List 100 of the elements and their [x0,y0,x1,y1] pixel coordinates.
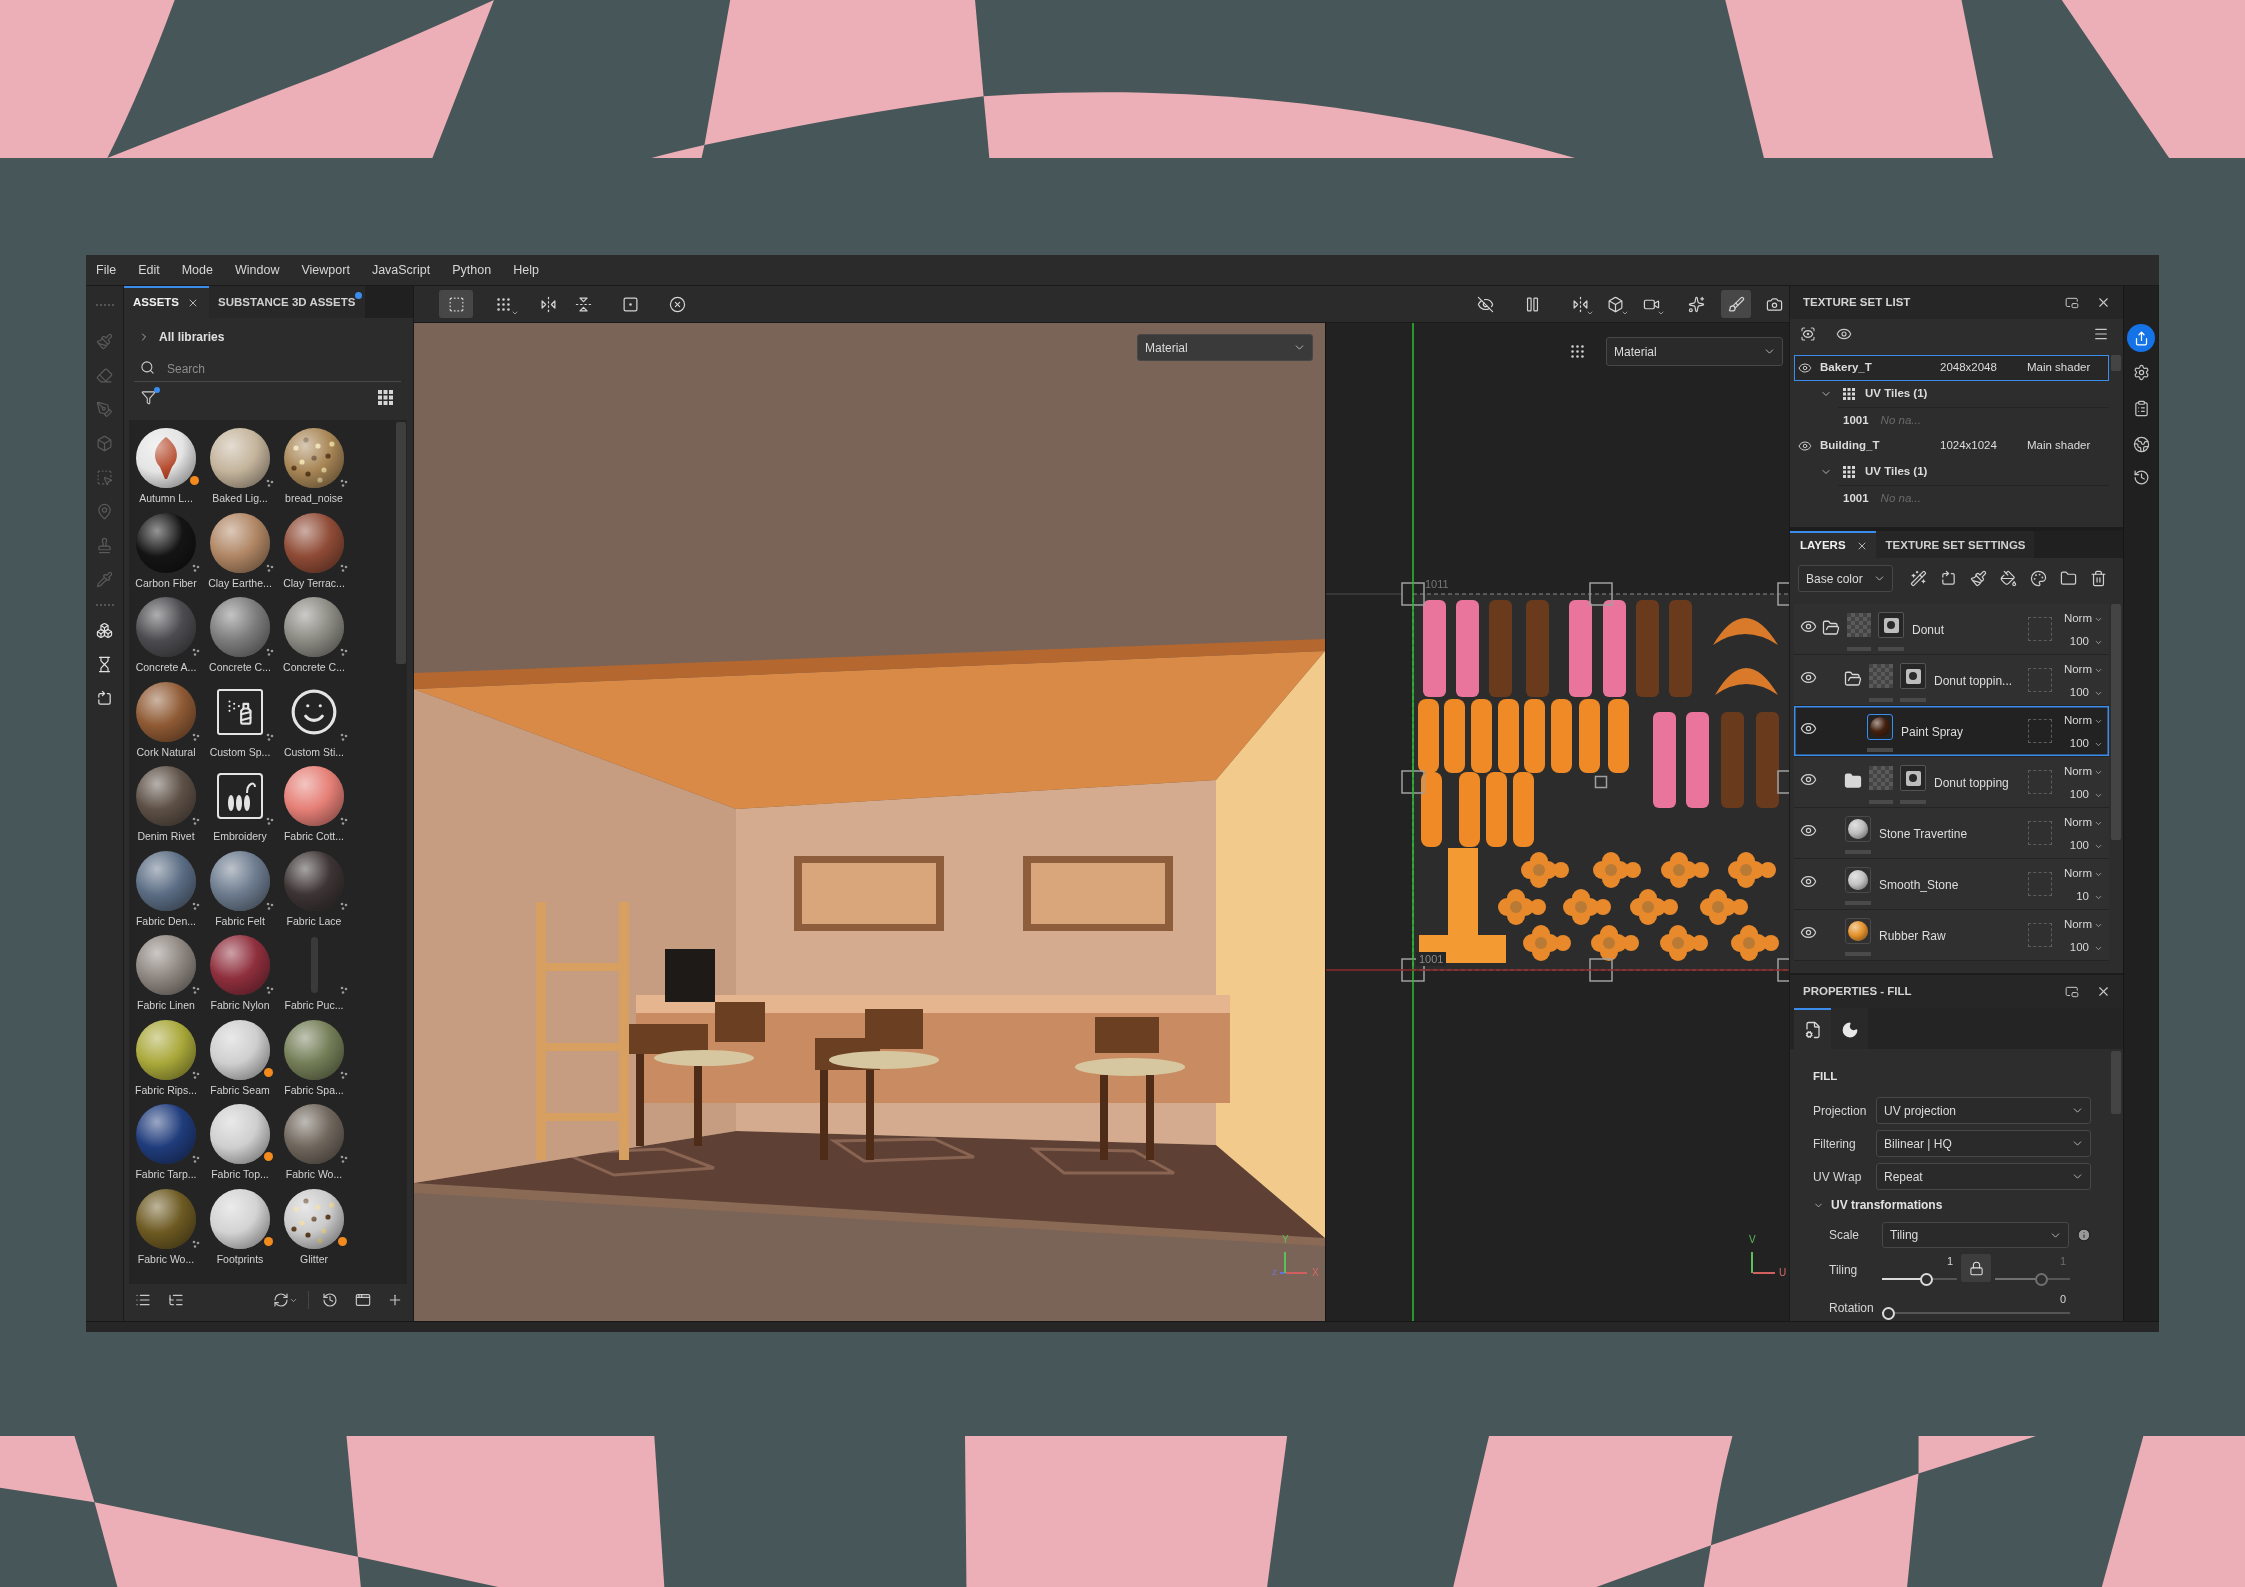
float-window-icon[interactable] [2065,295,2079,310]
slider-track[interactable] [1882,1306,2070,1320]
panel-tab[interactable]: TEXTURE SET SETTINGS [1875,531,2034,558]
magic-wand-icon[interactable] [1910,570,1927,587]
close-icon[interactable] [187,297,199,309]
panel-title: PROPERTIES - FILL [1803,983,1912,999]
panel-tab[interactable]: LAYERS [1790,531,1876,558]
blend-mode-dropdown[interactable]: Norm [2063,662,2103,678]
dot-grid-icon[interactable] [1569,343,1586,360]
axis-label: Y [1282,1234,1289,1246]
channel-dropdown[interactable]: Base color [1798,565,1893,592]
menu-item[interactable]: Python [452,263,492,277]
menu-item[interactable]: Mode [181,263,213,277]
menu-item[interactable]: Edit [138,263,160,277]
eye-icon[interactable] [1798,439,1812,453]
close-icon[interactable] [2096,295,2111,310]
material-label: Concrete A... [135,660,197,674]
caret-icon [1621,309,1629,317]
section-title: FILL [1813,1069,1839,1084]
material-label: Baked Lig... [212,491,268,505]
flip-vertical-icon [574,295,592,313]
display-mode-dropdown[interactable]: Material [1606,337,1783,366]
field-label: Filtering [1813,1135,1857,1153]
menu-item[interactable]: File [96,263,117,277]
rotate-square-icon[interactable] [1940,570,1957,587]
icon-tab[interactable] [1794,1008,1831,1049]
lock-button[interactable] [1961,1254,1991,1282]
opacity-field[interactable]: 100 [2069,736,2103,752]
open-folder-icon[interactable] [1844,670,1862,688]
open-folder-icon[interactable] [1822,619,1840,637]
trash-icon[interactable] [2090,570,2107,587]
plus-icon[interactable] [387,1292,403,1308]
camera-icon [1765,295,1783,313]
grid-view-icon[interactable] [378,390,393,405]
texture-set-row[interactable]: Bakery_T 2048x2048 Main shader [1794,355,2109,381]
eye-icon[interactable] [1800,618,1817,635]
rotate-square-icon[interactable] [96,689,113,707]
paint-bucket-icon[interactable] [2000,570,2017,587]
menu-item[interactable]: JavaScript [371,263,431,277]
eye-icon[interactable] [1800,720,1817,737]
opacity-field[interactable]: 100 [2069,685,2103,701]
eye-icon[interactable] [1800,669,1817,686]
menu-item[interactable]: Window [235,263,280,277]
render-mode-dropdown[interactable]: Material [1137,334,1313,361]
select-dropdown[interactable]: Repeat [1876,1163,2091,1190]
uv-tiles-row[interactable]: UV Tiles (1) [1794,459,2109,485]
palette-icon[interactable] [2030,570,2047,587]
blend-mode-dropdown[interactable]: Norm [2063,713,2103,729]
folder-icon[interactable] [1844,772,1862,790]
opacity-field[interactable]: 100 [2069,940,2103,956]
close-icon[interactable] [2096,984,2111,999]
menu-item[interactable]: Viewport [301,263,350,277]
select-dropdown[interactable]: Tiling [1882,1222,2069,1248]
eye-icon[interactable] [1800,873,1817,890]
blend-mode-dropdown[interactable]: Norm [2063,815,2103,831]
eye-icon[interactable] [1800,822,1817,839]
opacity-field[interactable]: 100 [2069,838,2103,854]
menu-item[interactable]: Help [513,263,539,277]
menu-icon[interactable] [2093,326,2109,342]
brush-icon[interactable] [1970,570,1987,587]
hourglass-icon[interactable] [96,655,113,673]
eye-icon[interactable] [1800,924,1817,941]
toolbar-button[interactable] [1721,290,1751,318]
folder-icon[interactable] [2060,570,2077,587]
float-window-icon[interactable] [2065,984,2079,999]
blend-mode-dropdown[interactable]: Norm [2063,764,2103,780]
history-icon[interactable] [322,1292,338,1308]
blend-mode-dropdown[interactable]: Norm [2063,917,2103,933]
scrollbar-thumb[interactable] [396,422,406,664]
opacity-field[interactable]: 100 [2069,634,2103,650]
search-field[interactable]: Search [134,357,401,382]
dock-button[interactable] [2127,324,2155,352]
opacity-field[interactable]: 10 [2076,889,2103,905]
toolbar-button[interactable] [439,290,473,318]
blend-mode-dropdown[interactable]: Norm [2063,866,2103,882]
layer-row[interactable]: Paint Spray Norm 100 [1794,706,2109,757]
library-tree-item[interactable]: All libraries [138,328,225,346]
list-icon[interactable] [135,1292,151,1308]
refresh-icon[interactable] [273,1292,289,1308]
eye-icon[interactable] [1798,361,1812,375]
axis-gizmo-icon [1280,1251,1308,1275]
icon-tab[interactable] [1831,1008,1868,1049]
filter-icon[interactable] [141,390,156,405]
select-dropdown[interactable]: UV projection [1876,1097,2091,1124]
scan-eye-icon[interactable] [1800,326,1816,342]
slider-track[interactable] [1882,1272,1957,1286]
panel-tab[interactable]: SUBSTANCE 3D ASSETS [209,286,366,318]
info-icon [2077,1228,2091,1242]
panel-tab[interactable]: ASSETS [124,286,209,318]
select-dropdown[interactable]: Bilinear | HQ [1876,1130,2091,1157]
boxes-icon[interactable] [96,621,113,639]
eye-icon[interactable] [1836,326,1852,342]
blend-mode-dropdown[interactable]: Norm [2063,611,2103,627]
section-toggle[interactable]: UV transformations [1813,1197,2109,1213]
list-tree-icon[interactable] [168,1292,184,1308]
uv-tiles-row[interactable]: UV Tiles (1) [1794,381,2109,407]
eye-icon[interactable] [1800,771,1817,788]
window-icon[interactable] [355,1292,371,1308]
checker-thumbnail [1847,613,1871,637]
opacity-field[interactable]: 100 [2069,787,2103,803]
